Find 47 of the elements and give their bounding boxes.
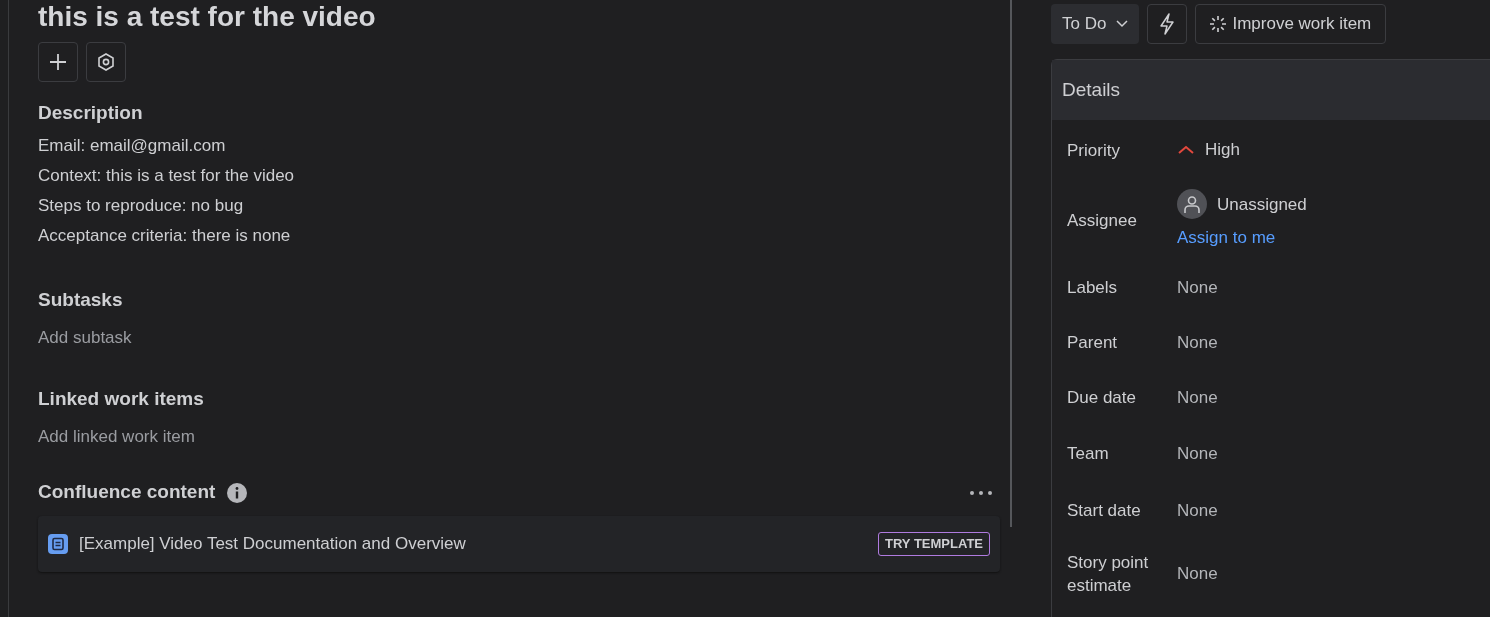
lightning-icon <box>1158 13 1177 35</box>
field-label: Team <box>1067 443 1110 465</box>
avatar-icon <box>1177 189 1207 220</box>
field-value: None <box>1177 387 1218 407</box>
automation-button[interactable] <box>1147 4 1188 44</box>
section-heading: Subtasks <box>38 288 124 312</box>
status-dropdown[interactable]: To Do <box>1051 4 1140 44</box>
field-value: None <box>1177 332 1218 352</box>
try-template-badge[interactable]: TRY TEMPLATE <box>878 532 990 556</box>
field-label: Start date <box>1067 500 1142 522</box>
description-line: Email: email@gmail.com <box>38 134 227 157</box>
field-label: Priority <box>1067 139 1121 162</box>
add-linked-item-link[interactable]: Add linked work item <box>38 423 1000 450</box>
priority-high-icon <box>1177 145 1195 155</box>
more-icon[interactable] <box>969 489 993 496</box>
field-label: Labels <box>1067 277 1119 299</box>
field-label: Story point estimate <box>1067 552 1150 597</box>
plus-icon <box>48 52 68 72</box>
field-value: None <box>1177 500 1218 520</box>
page-title: [Example] Video Test Documentation and Overview <box>79 533 466 556</box>
page-icon <box>48 534 68 555</box>
description-line: Steps to reproduce: no bug <box>38 194 245 217</box>
field-value: None <box>1177 443 1218 463</box>
description-line: Context: this is a test for the video <box>38 164 296 187</box>
confluence-page-card[interactable]: [Example] Video Test Documentation and Overview TRY TEMPLATE <box>38 516 1000 573</box>
chevron-down-icon <box>1116 20 1129 28</box>
field-label: Assignee <box>1067 209 1138 232</box>
info-icon <box>227 482 248 503</box>
field-value: High <box>1205 139 1240 162</box>
section-heading: Linked work items <box>38 388 205 411</box>
assign-to-me-link[interactable]: Assign to me <box>1177 225 1276 251</box>
field-label: Parent <box>1067 332 1119 354</box>
improve-button[interactable]: Improve work item <box>1195 4 1387 44</box>
field-value: Unassigned <box>1217 193 1307 216</box>
section-heading: Confluence content <box>38 481 216 505</box>
field-value: None <box>1177 277 1218 297</box>
field-value: None <box>1177 564 1218 584</box>
section-heading: Description <box>38 102 144 125</box>
work-item-title: this is a test for the video <box>38 0 377 34</box>
settings-button[interactable] <box>86 42 126 82</box>
field-label: Due date <box>1067 387 1137 409</box>
add-button[interactable] <box>38 42 78 82</box>
panel-title: Details <box>1062 77 1121 102</box>
hexagon-icon <box>96 52 116 72</box>
sparkle-icon <box>1210 16 1227 32</box>
description-line: Acceptance criteria: there is none <box>38 224 292 247</box>
add-subtask-link[interactable]: Add subtask <box>38 324 1000 351</box>
